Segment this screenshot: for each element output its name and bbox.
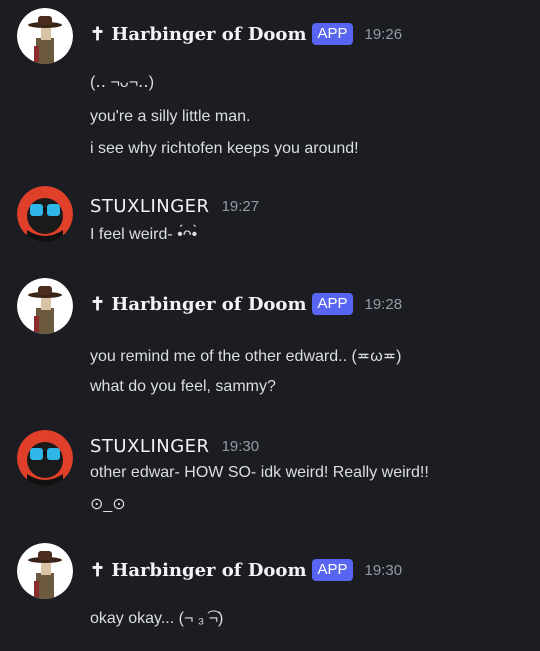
harbinger-avatar[interactable] <box>17 278 73 334</box>
harbinger-avatar[interactable] <box>17 8 73 64</box>
message-line: okay okay... (¬ ₃ ͡¬) <box>90 610 224 627</box>
cowboy-hat-man-avatar-icon <box>17 543 73 599</box>
message-line: you remind me of the other edward.. (≖ω≖… <box>90 348 402 365</box>
author-name[interactable]: ✝ Harbinger of Doom <box>90 560 306 581</box>
message-line: you're a silly little man. <box>90 108 251 125</box>
author-name[interactable]: ✝ Harbinger of Doom <box>90 24 306 45</box>
timestamp[interactable]: 19:30 <box>365 562 403 579</box>
app-badge: APP <box>312 23 353 45</box>
red-goggles-avatar-icon <box>17 430 73 486</box>
message-line: ⊙_⊙ <box>90 496 126 513</box>
red-goggles-avatar-icon <box>17 186 73 242</box>
author-name[interactable]: ✝ Harbinger of Doom <box>90 294 306 315</box>
message-line: other edwar- HOW SO- idk weird! Really w… <box>90 464 429 481</box>
message-header: STUXLINGER 19:27 <box>90 192 259 220</box>
cowboy-hat-man-avatar-icon <box>17 278 73 334</box>
message-line: i see why richtofen keeps you around! <box>90 140 359 157</box>
message-header: ✝ Harbinger of Doom APP 19:30 <box>90 556 402 584</box>
author-name[interactable]: STUXLINGER <box>90 196 210 217</box>
message-header: ✝ Harbinger of Doom APP 19:28 <box>90 290 402 318</box>
message-line: (‥ ¬ᴗ¬‥) <box>90 74 155 91</box>
message-header: STUXLINGER 19:30 <box>90 432 259 460</box>
timestamp[interactable]: 19:28 <box>365 296 403 313</box>
message-line: what do you feel, sammy? <box>90 378 276 395</box>
timestamp[interactable]: 19:26 <box>365 26 403 43</box>
author-name[interactable]: STUXLINGER <box>90 436 210 457</box>
app-badge: APP <box>312 293 353 315</box>
stuxlinger-avatar[interactable] <box>17 186 73 242</box>
harbinger-avatar[interactable] <box>17 543 73 599</box>
timestamp[interactable]: 19:27 <box>222 198 260 215</box>
app-badge: APP <box>312 559 353 581</box>
stuxlinger-avatar[interactable] <box>17 430 73 486</box>
message-header: ✝ Harbinger of Doom APP 19:26 <box>90 20 402 48</box>
timestamp[interactable]: 19:30 <box>222 438 260 455</box>
message-line: I feel weird- •́ᴖ•̀ <box>90 226 198 243</box>
cowboy-hat-man-avatar-icon <box>17 8 73 64</box>
